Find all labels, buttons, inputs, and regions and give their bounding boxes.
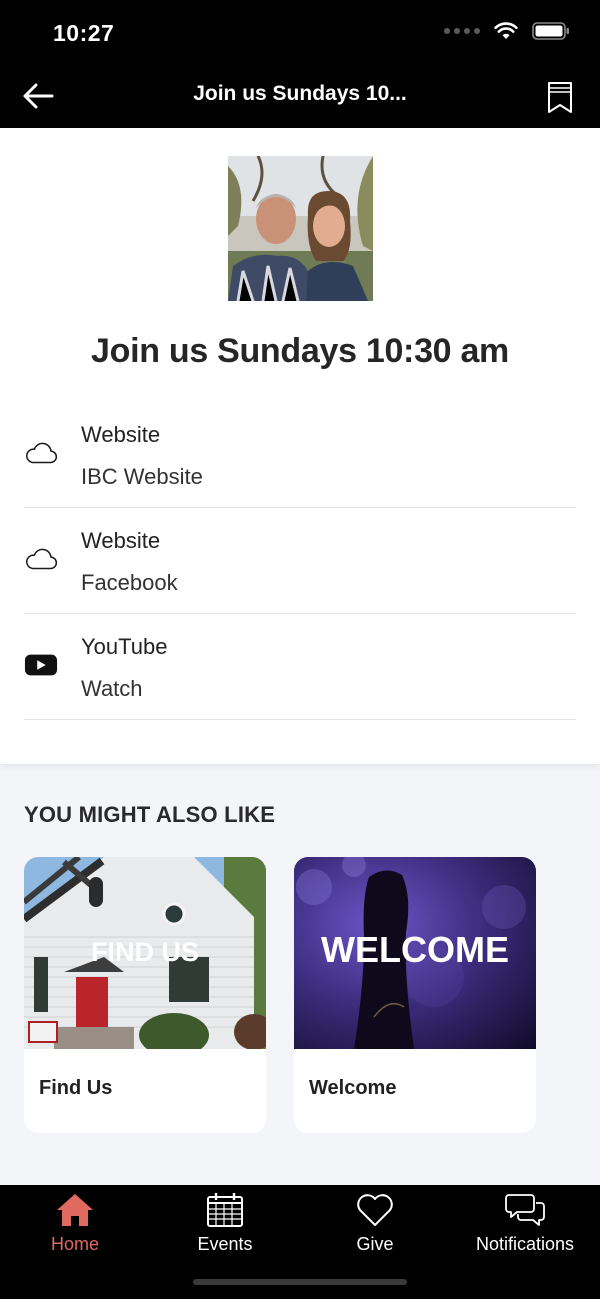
- link-title: IBC Website: [81, 464, 203, 489]
- cellular-signal-icon: [444, 28, 480, 34]
- cloud-icon: [24, 438, 58, 468]
- card-title: Find Us: [39, 1077, 113, 1099]
- home-indicator: [193, 1279, 407, 1285]
- tab-notifications[interactable]: Notifications: [450, 1185, 600, 1265]
- link-type: YouTube: [81, 634, 168, 659]
- tab-home[interactable]: Home: [0, 1185, 150, 1265]
- wifi-icon: [494, 22, 518, 39]
- link-title: Facebook: [81, 570, 178, 595]
- section-heading: YOU MIGHT ALSO LIKE: [24, 802, 276, 827]
- arrow-left-icon: [23, 83, 54, 109]
- link-row-youtube[interactable]: YouTube Watch: [24, 614, 576, 720]
- tab-label: Give: [356, 1234, 394, 1254]
- tab-label: Notifications: [475, 1234, 575, 1254]
- content-card: Join us Sundays 10:30 am Website IBC Web…: [0, 128, 600, 764]
- tab-label: Home: [50, 1234, 99, 1254]
- top-bar: 10:27 Join us Sundays 10...: [0, 0, 600, 128]
- bookmark-button[interactable]: [542, 78, 578, 116]
- chat-bubbles-icon: [450, 1191, 600, 1229]
- find-us-thumbnail: FIND US: [24, 857, 266, 1049]
- tab-give[interactable]: Give: [300, 1185, 450, 1265]
- thumbnail-caption: FIND US: [91, 937, 199, 967]
- tab-label: Events: [197, 1234, 253, 1254]
- calendar-icon: [150, 1191, 300, 1229]
- bookmark-icon: [548, 82, 572, 113]
- hero-photo: [228, 156, 373, 301]
- related-card-find-us[interactable]: FIND US Find Us: [24, 857, 266, 1133]
- welcome-thumbnail: WELCOME: [294, 857, 536, 1049]
- youtube-icon: [24, 650, 58, 680]
- link-title: Watch: [81, 676, 143, 701]
- status-icons: [444, 22, 570, 40]
- link-type: Website: [81, 528, 161, 553]
- cloud-icon: [24, 544, 58, 574]
- link-type: Website: [81, 422, 161, 447]
- link-row-ibc-website[interactable]: Website IBC Website: [24, 402, 576, 508]
- back-button[interactable]: [18, 78, 58, 114]
- link-list: Website IBC Website Website Facebook You…: [24, 402, 576, 720]
- heart-icon: [300, 1191, 450, 1229]
- tab-events[interactable]: Events: [150, 1185, 300, 1265]
- battery-icon: [532, 22, 569, 40]
- thumbnail-caption: WELCOME: [321, 929, 509, 970]
- related-card-welcome[interactable]: WELCOME Welcome: [294, 857, 536, 1133]
- link-row-facebook[interactable]: Website Facebook: [24, 508, 576, 614]
- status-time: 10:27: [53, 20, 115, 46]
- home-icon: [0, 1191, 150, 1229]
- nav-title: Join us Sundays 10...: [193, 82, 407, 105]
- page-title: Join us Sundays 10:30 am: [91, 332, 509, 370]
- card-title: Welcome: [309, 1077, 397, 1099]
